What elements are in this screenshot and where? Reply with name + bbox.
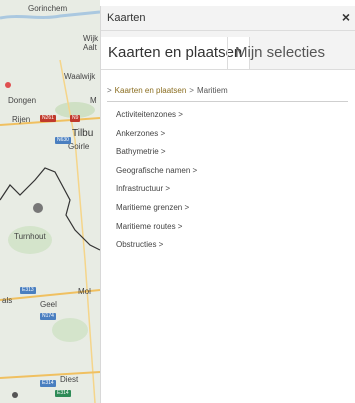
- breadcrumb-separator: >: [189, 86, 194, 95]
- map-drawing: [0, 10, 100, 403]
- breadcrumb-current: Maritiem: [196, 86, 228, 95]
- road-shield: E314: [40, 380, 56, 387]
- map-place-label: Geel: [40, 300, 57, 309]
- map-place-label: Diest: [60, 375, 79, 384]
- map-place-label: Mol: [78, 287, 91, 296]
- list-item[interactable]: Obstructies >: [116, 239, 197, 258]
- map-place-label: als: [2, 296, 13, 305]
- maps-panel: Kaarten × Kaarten en plaatsen Mijn selec…: [100, 6, 355, 403]
- list-item[interactable]: Maritieme routes >: [116, 221, 197, 240]
- map-place-label: Aalt: [83, 43, 97, 52]
- map-place-label: Wijk: [83, 34, 99, 43]
- road-shield: N261: [40, 115, 56, 122]
- road-shield: E314: [55, 390, 71, 397]
- panel-header: Kaarten ×: [101, 6, 355, 31]
- map-place-label: Turnhout: [14, 232, 46, 241]
- panel-title: Kaarten: [107, 12, 146, 24]
- list-item[interactable]: Geografische namen >: [116, 165, 197, 184]
- map-background[interactable]: Gorinchem Wijk Aalt Waalwijk Dongen M Ri…: [0, 0, 100, 403]
- list-item[interactable]: Bathymetrie >: [116, 146, 197, 165]
- close-icon[interactable]: ×: [342, 9, 350, 25]
- tab-my-selections[interactable]: Mijn selecties: [227, 37, 332, 69]
- divider: [107, 101, 348, 102]
- map-place-label: Tilbu: [72, 128, 94, 139]
- map-place-label: Rijen: [12, 115, 31, 124]
- road-shield: E313: [20, 287, 36, 294]
- breadcrumb-link-maps-and-places[interactable]: Kaarten en plaatsen: [115, 86, 187, 95]
- road-shield: N174: [40, 313, 56, 320]
- list-item[interactable]: Maritieme grenzen >: [116, 202, 197, 221]
- list-item[interactable]: Ankerzones >: [116, 128, 197, 147]
- map-place-label: Goirle: [68, 142, 90, 151]
- map-place-label: Waalwijk: [64, 72, 96, 81]
- road-shield: N630: [55, 137, 71, 144]
- chevron-right-icon: >: [107, 86, 112, 95]
- road-shield: N9: [70, 115, 81, 122]
- map-place-label: M: [90, 96, 97, 105]
- breadcrumb: > Kaarten en plaatsen > Maritiem: [107, 86, 228, 95]
- layer-category-list: Activiteitenzones > Ankerzones > Bathyme…: [116, 109, 197, 258]
- map-place-label: Dongen: [8, 96, 37, 105]
- list-item[interactable]: Activiteitenzones >: [116, 109, 197, 128]
- tab-bar: Kaarten en plaatsen Mijn selecties: [101, 31, 355, 70]
- map-place-label: Gorinchem: [28, 4, 68, 13]
- list-item[interactable]: Infrastructuur >: [116, 183, 197, 202]
